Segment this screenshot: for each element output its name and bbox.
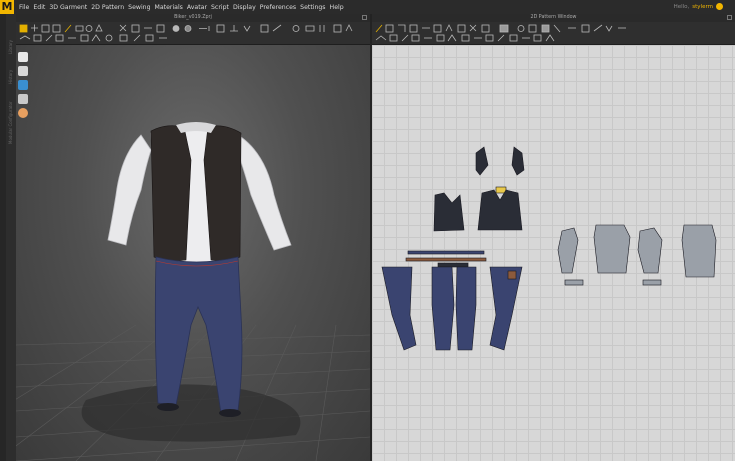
3d-garment-window: Biker_v019.Zprj [16, 14, 370, 461]
2d-window-maximize-icon[interactable] [727, 15, 732, 20]
menu-script[interactable]: Script [211, 4, 229, 11]
3d-scene [16, 122, 370, 461]
2d-pattern-canvas[interactable] [372, 45, 735, 461]
pattern-piece-shirt-front[interactable] [593, 224, 631, 274]
menu-list: File Edit 3D Garment 2D Pattern Sewing M… [19, 4, 348, 11]
menu-edit[interactable]: Edit [33, 4, 45, 11]
menu-sewing[interactable]: Sewing [128, 4, 150, 11]
pattern-pieces [381, 146, 717, 351]
menu-avatar[interactable]: Avatar [187, 4, 207, 11]
2d-window-title: 2D Pattern Window [372, 14, 735, 22]
garment-icon[interactable] [18, 80, 28, 90]
side-tab-history[interactable]: History [8, 70, 13, 84]
avatar-icon[interactable] [18, 66, 28, 76]
app-logo: M [0, 0, 14, 14]
pattern-piece-collar-left[interactable] [475, 146, 489, 176]
3d-window-title: Biker_v019.Zprj [16, 14, 370, 22]
pattern-piece-jeans-right-front[interactable] [489, 266, 523, 351]
menu-preferences[interactable]: Preferences [260, 4, 296, 11]
avatar-toolbar [16, 52, 32, 142]
home-icon[interactable] [18, 52, 28, 62]
pattern-piece-shirt-sleeve-left[interactable] [557, 227, 579, 274]
2d-toolbar-icons[interactable] [372, 22, 735, 44]
pattern-piece-vest-back[interactable] [477, 189, 523, 231]
2d-pattern-window: 2D Pattern Window [372, 14, 735, 461]
3d-viewport[interactable] [16, 45, 370, 461]
user-greeting-prefix: Hello, [673, 3, 690, 10]
menu-2d-pattern[interactable]: 2D Pattern [91, 4, 124, 11]
avatar-figure[interactable] [107, 122, 292, 417]
3d-toolbar-icons[interactable] [16, 22, 370, 44]
menu-3d-garment[interactable]: 3D Garment [49, 4, 87, 11]
pattern-piece-shirt-back[interactable] [681, 224, 717, 278]
pattern-piece-pocket[interactable] [507, 270, 517, 280]
menu-materials[interactable]: Materials [155, 4, 183, 11]
pattern-piece-jeans-left-front[interactable] [381, 266, 417, 351]
texture-icon[interactable] [18, 94, 28, 104]
2d-toolbar [372, 22, 735, 45]
pattern-piece-belt-loops[interactable] [437, 262, 469, 268]
user-icon[interactable] [716, 3, 723, 10]
3d-toolbar [16, 22, 370, 45]
left-side-tabs: Library History Modular Configurator [6, 14, 16, 461]
pattern-piece-belt[interactable] [405, 257, 487, 262]
user-name[interactable]: stylerm [692, 4, 713, 10]
user-greeting: Hello, stylerm [674, 3, 723, 10]
side-tab-modular-configurator[interactable]: Modular Configurator [8, 101, 13, 144]
pattern-piece-cuff-right[interactable] [642, 279, 662, 286]
pattern-piece-waistband[interactable] [407, 250, 485, 255]
pattern-piece-vest-front[interactable] [433, 192, 465, 232]
pattern-piece-cuff-left[interactable] [564, 279, 584, 286]
menu-bar: M File Edit 3D Garment 2D Pattern Sewing… [0, 0, 735, 14]
menu-help[interactable]: Help [330, 4, 344, 11]
pattern-piece-jeans-left-back[interactable] [431, 266, 455, 351]
app-window: M File Edit 3D Garment 2D Pattern Sewing… [0, 0, 735, 461]
skin-icon[interactable] [18, 108, 28, 118]
pattern-piece-shirt-sleeve-right[interactable] [637, 227, 663, 274]
menu-file[interactable]: File [19, 4, 29, 11]
pattern-piece-jeans-right-back[interactable] [455, 266, 477, 351]
avatar-shadow [81, 384, 301, 442]
menu-display[interactable]: Display [233, 4, 256, 11]
3d-window-maximize-icon[interactable] [362, 15, 367, 20]
side-tab-library[interactable]: Library [8, 40, 13, 54]
menu-settings[interactable]: Settings [300, 4, 325, 11]
pattern-piece-collar-right[interactable] [511, 146, 525, 176]
